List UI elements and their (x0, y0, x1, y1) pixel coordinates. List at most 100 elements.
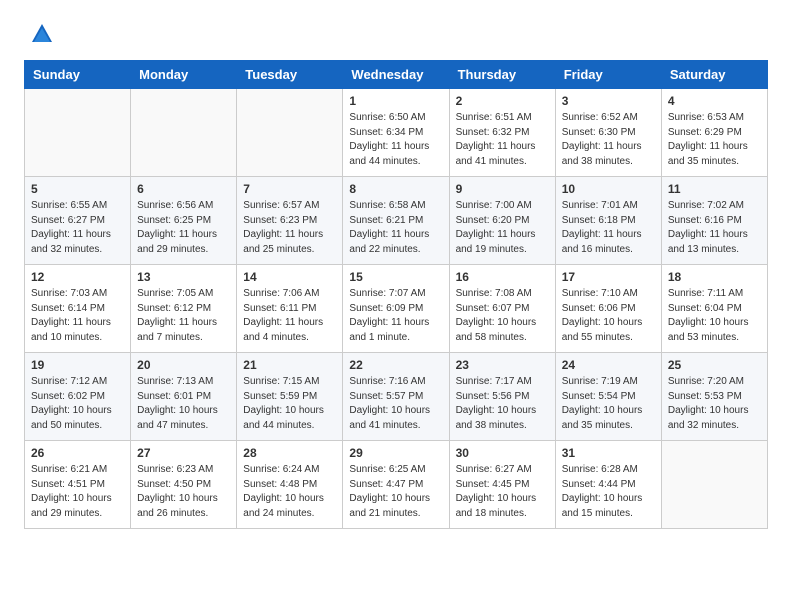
calendar-cell: 17 Sunrise: 7:10 AM Sunset: 6:06 PM Dayli… (555, 265, 661, 353)
calendar-cell: 28 Sunrise: 6:24 AM Sunset: 4:48 PM Dayli… (237, 441, 343, 529)
calendar-cell: 29 Sunrise: 6:25 AM Sunset: 4:47 PM Dayli… (343, 441, 449, 529)
day-number: 22 (349, 358, 442, 372)
day-info: Sunrise: 6:58 AM Sunset: 6:21 PM Dayligh… (349, 199, 442, 257)
day-number: 16 (456, 270, 549, 284)
day-info: Sunrise: 7:10 AM Sunset: 6:06 PM Dayligh… (562, 287, 655, 345)
calendar-cell: 15 Sunrise: 7:07 AM Sunset: 6:09 PM Dayli… (343, 265, 449, 353)
day-number: 21 (243, 358, 336, 372)
day-number: 2 (456, 94, 549, 108)
day-number: 9 (456, 182, 549, 196)
day-number: 14 (243, 270, 336, 284)
day-info: Sunrise: 7:08 AM Sunset: 6:07 PM Dayligh… (456, 287, 549, 345)
day-info: Sunrise: 7:06 AM Sunset: 6:11 PM Dayligh… (243, 287, 336, 345)
day-info: Sunrise: 6:50 AM Sunset: 6:34 PM Dayligh… (349, 111, 442, 169)
day-number: 4 (668, 94, 761, 108)
calendar-cell: 16 Sunrise: 7:08 AM Sunset: 6:07 PM Dayli… (449, 265, 555, 353)
calendar-cell: 11Sunrise: 7:02 AM Sunset: 6:16 PM Dayli… (661, 177, 767, 265)
calendar-cell: 27 Sunrise: 6:23 AM Sunset: 4:50 PM Dayli… (131, 441, 237, 529)
calendar-cell: 18 Sunrise: 7:11 AM Sunset: 6:04 PM Dayli… (661, 265, 767, 353)
calendar-cell: 1 Sunrise: 6:50 AM Sunset: 6:34 PM Daylig… (343, 89, 449, 177)
day-number: 8 (349, 182, 442, 196)
day-info: Sunrise: 7:11 AM Sunset: 6:04 PM Dayligh… (668, 287, 761, 345)
day-info: Sunrise: 7:07 AM Sunset: 6:09 PM Dayligh… (349, 287, 442, 345)
day-number: 3 (562, 94, 655, 108)
calendar-cell (237, 89, 343, 177)
calendar-header-row: SundayMondayTuesdayWednesdayThursdayFrid… (25, 61, 768, 89)
day-number: 19 (31, 358, 124, 372)
day-info: Sunrise: 6:23 AM Sunset: 4:50 PM Dayligh… (137, 463, 230, 521)
day-info: Sunrise: 6:21 AM Sunset: 4:51 PM Dayligh… (31, 463, 124, 521)
day-info: Sunrise: 7:00 AM Sunset: 6:20 PM Dayligh… (456, 199, 549, 257)
day-number: 1 (349, 94, 442, 108)
day-number: 7 (243, 182, 336, 196)
day-info: Sunrise: 6:27 AM Sunset: 4:45 PM Dayligh… (456, 463, 549, 521)
day-info: Sunrise: 6:25 AM Sunset: 4:47 PM Dayligh… (349, 463, 442, 521)
page-container: SundayMondayTuesdayWednesdayThursdayFrid… (0, 0, 792, 545)
day-info: Sunrise: 7:15 AM Sunset: 5:59 PM Dayligh… (243, 375, 336, 433)
calendar-cell: 3 Sunrise: 6:52 AM Sunset: 6:30 PM Daylig… (555, 89, 661, 177)
day-number: 18 (668, 270, 761, 284)
col-header-sunday: Sunday (25, 61, 131, 89)
day-number: 23 (456, 358, 549, 372)
calendar-cell: 13Sunrise: 7:05 AM Sunset: 6:12 PM Dayli… (131, 265, 237, 353)
calendar-cell: 12 Sunrise: 7:03 AM Sunset: 6:14 PM Dayli… (25, 265, 131, 353)
day-number: 15 (349, 270, 442, 284)
calendar-cell: 4 Sunrise: 6:53 AM Sunset: 6:29 PM Daylig… (661, 89, 767, 177)
calendar-cell: 30Sunrise: 6:27 AM Sunset: 4:45 PM Dayli… (449, 441, 555, 529)
day-number: 27 (137, 446, 230, 460)
day-info: Sunrise: 6:53 AM Sunset: 6:29 PM Dayligh… (668, 111, 761, 169)
day-info: Sunrise: 6:55 AM Sunset: 6:27 PM Dayligh… (31, 199, 124, 257)
header (24, 20, 768, 48)
day-number: 24 (562, 358, 655, 372)
day-info: Sunrise: 7:19 AM Sunset: 5:54 PM Dayligh… (562, 375, 655, 433)
calendar-cell: 26 Sunrise: 6:21 AM Sunset: 4:51 PM Dayli… (25, 441, 131, 529)
day-info: Sunrise: 7:03 AM Sunset: 6:14 PM Dayligh… (31, 287, 124, 345)
calendar-cell: 9 Sunrise: 7:00 AM Sunset: 6:20 PM Daylig… (449, 177, 555, 265)
day-info: Sunrise: 6:24 AM Sunset: 4:48 PM Dayligh… (243, 463, 336, 521)
day-info: Sunrise: 6:28 AM Sunset: 4:44 PM Dayligh… (562, 463, 655, 521)
logo-icon (28, 20, 56, 48)
calendar-week-row: 5 Sunrise: 6:55 AM Sunset: 6:27 PM Daylig… (25, 177, 768, 265)
day-number: 25 (668, 358, 761, 372)
calendar-week-row: 1 Sunrise: 6:50 AM Sunset: 6:34 PM Daylig… (25, 89, 768, 177)
day-number: 26 (31, 446, 124, 460)
calendar-cell: 31 Sunrise: 6:28 AM Sunset: 4:44 PM Dayli… (555, 441, 661, 529)
day-info: Sunrise: 7:02 AM Sunset: 6:16 PM Dayligh… (668, 199, 761, 257)
day-number: 31 (562, 446, 655, 460)
calendar-cell: 10 Sunrise: 7:01 AM Sunset: 6:18 PM Dayli… (555, 177, 661, 265)
day-number: 12 (31, 270, 124, 284)
day-number: 17 (562, 270, 655, 284)
col-header-wednesday: Wednesday (343, 61, 449, 89)
calendar-cell: 2 Sunrise: 6:51 AM Sunset: 6:32 PM Daylig… (449, 89, 555, 177)
calendar-cell (25, 89, 131, 177)
logo (24, 20, 56, 48)
calendar-cell: 14 Sunrise: 7:06 AM Sunset: 6:11 PM Dayli… (237, 265, 343, 353)
calendar-week-row: 12 Sunrise: 7:03 AM Sunset: 6:14 PM Dayli… (25, 265, 768, 353)
calendar-cell: 24 Sunrise: 7:19 AM Sunset: 5:54 PM Dayli… (555, 353, 661, 441)
col-header-monday: Monday (131, 61, 237, 89)
calendar-cell: 19 Sunrise: 7:12 AM Sunset: 6:02 PM Dayli… (25, 353, 131, 441)
calendar-week-row: 19 Sunrise: 7:12 AM Sunset: 6:02 PM Dayli… (25, 353, 768, 441)
calendar-cell: 25Sunrise: 7:20 AM Sunset: 5:53 PM Dayli… (661, 353, 767, 441)
calendar-cell: 8 Sunrise: 6:58 AM Sunset: 6:21 PM Daylig… (343, 177, 449, 265)
day-info: Sunrise: 7:01 AM Sunset: 6:18 PM Dayligh… (562, 199, 655, 257)
day-info: Sunrise: 7:12 AM Sunset: 6:02 PM Dayligh… (31, 375, 124, 433)
calendar-cell: 23Sunrise: 7:17 AM Sunset: 5:56 PM Dayli… (449, 353, 555, 441)
day-info: Sunrise: 7:13 AM Sunset: 6:01 PM Dayligh… (137, 375, 230, 433)
day-info: Sunrise: 6:51 AM Sunset: 6:32 PM Dayligh… (456, 111, 549, 169)
day-info: Sunrise: 6:56 AM Sunset: 6:25 PM Dayligh… (137, 199, 230, 257)
day-number: 28 (243, 446, 336, 460)
day-info: Sunrise: 6:52 AM Sunset: 6:30 PM Dayligh… (562, 111, 655, 169)
calendar-cell (131, 89, 237, 177)
calendar-cell: 7Sunrise: 6:57 AM Sunset: 6:23 PM Daylig… (237, 177, 343, 265)
day-number: 10 (562, 182, 655, 196)
day-number: 5 (31, 182, 124, 196)
calendar-cell: 5 Sunrise: 6:55 AM Sunset: 6:27 PM Daylig… (25, 177, 131, 265)
col-header-tuesday: Tuesday (237, 61, 343, 89)
day-number: 29 (349, 446, 442, 460)
day-number: 20 (137, 358, 230, 372)
col-header-saturday: Saturday (661, 61, 767, 89)
calendar-table: SundayMondayTuesdayWednesdayThursdayFrid… (24, 60, 768, 529)
col-header-thursday: Thursday (449, 61, 555, 89)
calendar-cell: 22Sunrise: 7:16 AM Sunset: 5:57 PM Dayli… (343, 353, 449, 441)
